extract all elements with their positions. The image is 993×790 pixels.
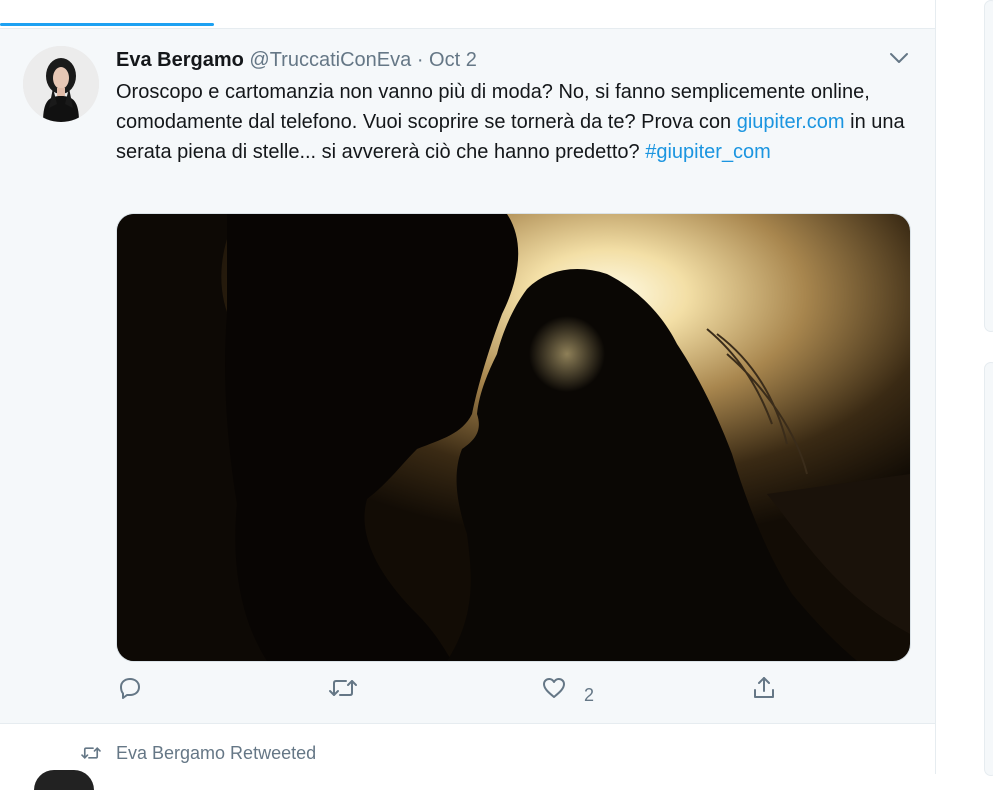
tweet-hashtag[interactable]: #giupiter_com [645,141,771,163]
tweet-photo [117,214,910,661]
timeline-tabs [0,0,935,29]
separator-dot: · [416,49,424,71]
like-count: 2 [584,685,595,705]
reply-icon [120,678,140,699]
author-handle[interactable]: @TruccatiConEva [249,49,411,71]
active-tab-indicator [0,23,214,26]
author-name[interactable]: Eva Bergamo [116,49,244,71]
next-tweet-avatar[interactable] [34,770,94,790]
tweet-media[interactable] [116,213,911,662]
tweet-menu-button[interactable] [886,47,912,69]
tweet-text: Oroscopo e cartomanzia non vanno più di … [116,77,916,167]
share-icon [754,677,774,698]
retweeted-by-label[interactable]: Eva Bergamo Retweeted [116,743,316,764]
avatar[interactable] [23,46,99,122]
tweet-date[interactable]: Oct 2 [429,49,477,71]
sidebar-panel-top [984,0,993,332]
sidebar-panel-bottom [984,362,993,776]
right-sidebar [936,0,993,776]
retweet-context[interactable]: Eva Bergamo Retweeted [0,724,935,790]
share-button[interactable] [751,675,777,705]
retweet-icon [329,680,357,696]
chevron-down-icon [890,53,908,63]
retweet-icon [81,747,101,759]
heart-icon [543,678,565,698]
like-button[interactable] [541,675,567,705]
tweet-actions: 2 [0,675,935,705]
timeline-feed: Eva Bergamo @TruccatiConEva · Oct 2 Oros… [0,0,936,790]
tweet-link[interactable]: giupiter.com [737,111,845,133]
tweet[interactable]: Eva Bergamo @TruccatiConEva · Oct 2 Oros… [0,29,935,724]
reply-button[interactable] [117,675,143,705]
retweet-button[interactable] [328,675,358,705]
avatar-image [23,46,99,122]
tweet-header: Eva Bergamo @TruccatiConEva · Oct 2 [116,47,477,73]
